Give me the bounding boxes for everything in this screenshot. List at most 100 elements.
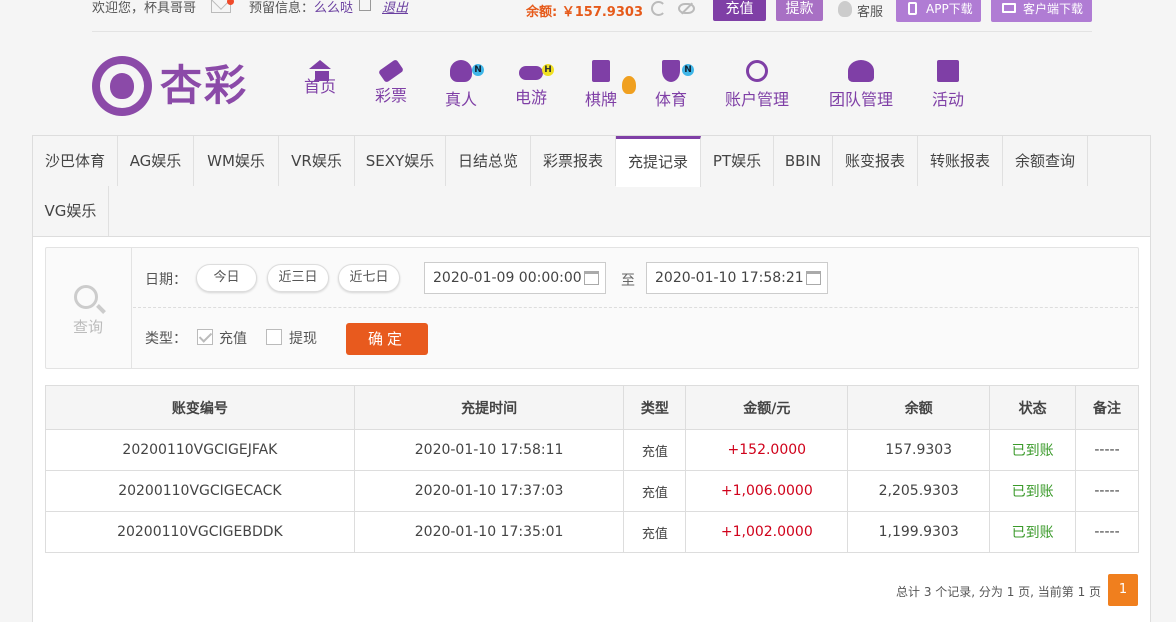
- logout-link[interactable]: 退出: [382, 0, 408, 16]
- tab-lottery-report[interactable]: 彩票报表: [531, 136, 616, 186]
- report-tabs: 沙巴体育 AG娱乐 WM娱乐 VR娱乐 SEXY娱乐 日结总览 彩票报表 充提记…: [33, 136, 1150, 237]
- tab-wm[interactable]: WM娱乐: [194, 136, 279, 186]
- record-type: 充值: [623, 429, 687, 471]
- nav-label: 彩票: [375, 86, 408, 105]
- type-label: 类型：: [145, 331, 187, 347]
- query-side: 查询: [46, 248, 132, 368]
- tab-daily-summary[interactable]: 日结总览: [446, 136, 531, 186]
- end-date-value: 2020-01-10 17:58:21: [655, 270, 804, 286]
- cards-icon: [592, 60, 610, 82]
- home-icon: [309, 60, 331, 69]
- tab-balance-query[interactable]: 余额查询: [1003, 136, 1088, 186]
- reserve-label: 预留信息：: [249, 1, 315, 16]
- type-row: 类型： 充值 提现 确定: [133, 309, 1138, 368]
- hot-badge: H: [542, 64, 554, 76]
- recharge-button[interactable]: 充值: [713, 0, 766, 21]
- withdraw-checkbox-label[interactable]: 提现: [289, 328, 317, 348]
- monitor-icon: [1002, 3, 1016, 13]
- record-balance: 157.9303: [847, 429, 991, 471]
- record-balance: 1,199.9303: [847, 511, 991, 553]
- page-1-button[interactable]: 1: [1108, 574, 1138, 606]
- recharge-checkbox-label[interactable]: 充值: [219, 328, 247, 348]
- record-status: 已到账: [989, 429, 1077, 471]
- tab-sexy[interactable]: SEXY娱乐: [355, 136, 446, 186]
- edit-icon[interactable]: [359, 0, 371, 11]
- last-3-days-button[interactable]: 近三日: [267, 264, 329, 292]
- app-download-button[interactable]: APP下载: [896, 0, 981, 22]
- record-balance: 2,205.9303: [847, 470, 991, 512]
- record-type: 充值: [623, 470, 687, 512]
- today-button[interactable]: 今日: [196, 264, 257, 292]
- nav-label: 真人: [445, 90, 478, 109]
- record-remark: -----: [1075, 470, 1139, 512]
- query-box: 查询 日期： 今日 近三日 近七日 2020-01-09 00:00:00 至 …: [45, 247, 1139, 369]
- nav-lottery[interactable]: 彩票: [375, 58, 408, 106]
- tab-pt[interactable]: PT娱乐: [701, 136, 774, 186]
- nav-promotions[interactable]: 活动: [932, 60, 964, 110]
- tab-ag[interactable]: AG娱乐: [118, 136, 194, 186]
- client-download-button[interactable]: 客户端下载: [991, 0, 1092, 22]
- record-amount: +1,006.0000: [685, 470, 849, 512]
- date-label: 日期：: [145, 272, 187, 288]
- col-amount: 金额/元: [685, 385, 849, 430]
- recharge-checkbox[interactable]: [197, 329, 213, 345]
- logo-text[interactable]: 杏彩: [160, 52, 248, 113]
- col-remark: 备注: [1075, 385, 1139, 430]
- balance: 余额: ￥157.9303: [526, 1, 643, 20]
- welcome-prefix: 欢迎您，: [92, 1, 145, 16]
- calendar-icon[interactable]: [584, 271, 599, 285]
- start-date-value: 2020-01-09 00:00:00: [433, 270, 582, 286]
- query-title: 查询: [73, 318, 104, 336]
- tab-saba-sports[interactable]: 沙巴体育: [33, 136, 118, 186]
- nav-account[interactable]: 账户管理: [725, 60, 789, 110]
- record-remark: -----: [1075, 429, 1139, 471]
- nav-label: 棋牌: [585, 90, 618, 109]
- nav-label: 电游: [515, 88, 548, 107]
- logo-icon[interactable]: [92, 56, 152, 116]
- customer-service-link[interactable]: 客服: [857, 1, 883, 20]
- table-row: 20200110VGCIGECACK 2020-01-10 17:37:03 充…: [45, 470, 1139, 512]
- main-panel: 沙巴体育 AG娱乐 WM娱乐 VR娱乐 SEXY娱乐 日结总览 彩票报表 充提记…: [32, 135, 1151, 622]
- record-time: 2020-01-10 17:35:01: [353, 511, 625, 553]
- nav-label: 团队管理: [829, 90, 894, 109]
- record-type: 充值: [623, 511, 687, 553]
- customer-service-icon[interactable]: [838, 1, 852, 17]
- confirm-button[interactable]: 确定: [346, 323, 428, 355]
- reserve-value: 么么哒: [314, 1, 354, 16]
- records-table: 账变编号 充提时间 类型 金额/元 余额 状态 备注 20200110VGCIG…: [45, 385, 1139, 553]
- client-download-label: 客户端下载: [1023, 2, 1084, 16]
- col-type: 类型: [623, 385, 687, 430]
- coin-icon: [746, 60, 768, 82]
- tab-account-change-report[interactable]: 账变报表: [833, 136, 918, 186]
- trophy-icon: [662, 60, 680, 82]
- end-date-input[interactable]: 2020-01-10 17:58:21: [646, 262, 828, 294]
- start-date-input[interactable]: 2020-01-09 00:00:00: [424, 262, 606, 294]
- gift-icon: [937, 60, 959, 82]
- phone-icon: [908, 2, 917, 15]
- tab-deposit-withdraw-records[interactable]: 充提记录: [616, 136, 701, 187]
- nav-label: 体育: [655, 90, 688, 109]
- col-status: 状态: [989, 385, 1077, 430]
- record-status: 已到账: [989, 470, 1077, 512]
- tab-bbin[interactable]: BBIN: [774, 136, 833, 186]
- nav-team[interactable]: 团队管理: [829, 60, 893, 110]
- pagination-info: 总计 3 个记录, 分为 1 页, 当前第 1 页: [896, 585, 1102, 599]
- last-7-days-button[interactable]: 近七日: [338, 264, 400, 292]
- nav-chess[interactable]: 棋牌: [585, 60, 617, 110]
- tab-vr[interactable]: VR娱乐: [279, 136, 355, 186]
- tab-transfer-report[interactable]: 转账报表: [918, 136, 1003, 186]
- hide-balance-icon[interactable]: [678, 3, 695, 14]
- record-time: 2020-01-10 17:37:03: [353, 470, 625, 512]
- record-status: 已到账: [989, 511, 1077, 553]
- gamepad-icon: [519, 66, 543, 80]
- new-badge: N: [472, 64, 484, 76]
- top-bar: 欢迎您，杯具哥哥 预留信息：么么哒 退出 余额: ￥157.9303 充值 提款…: [0, 0, 1176, 24]
- refresh-icon[interactable]: [651, 1, 666, 16]
- search-icon: [74, 285, 98, 309]
- col-record-id: 账变编号: [45, 385, 355, 430]
- withdraw-checkbox[interactable]: [266, 329, 282, 345]
- withdraw-button[interactable]: 提款: [776, 0, 823, 21]
- calendar-icon[interactable]: [806, 271, 821, 285]
- to-label: 至: [621, 273, 635, 289]
- tab-vg[interactable]: VG娱乐: [33, 186, 109, 236]
